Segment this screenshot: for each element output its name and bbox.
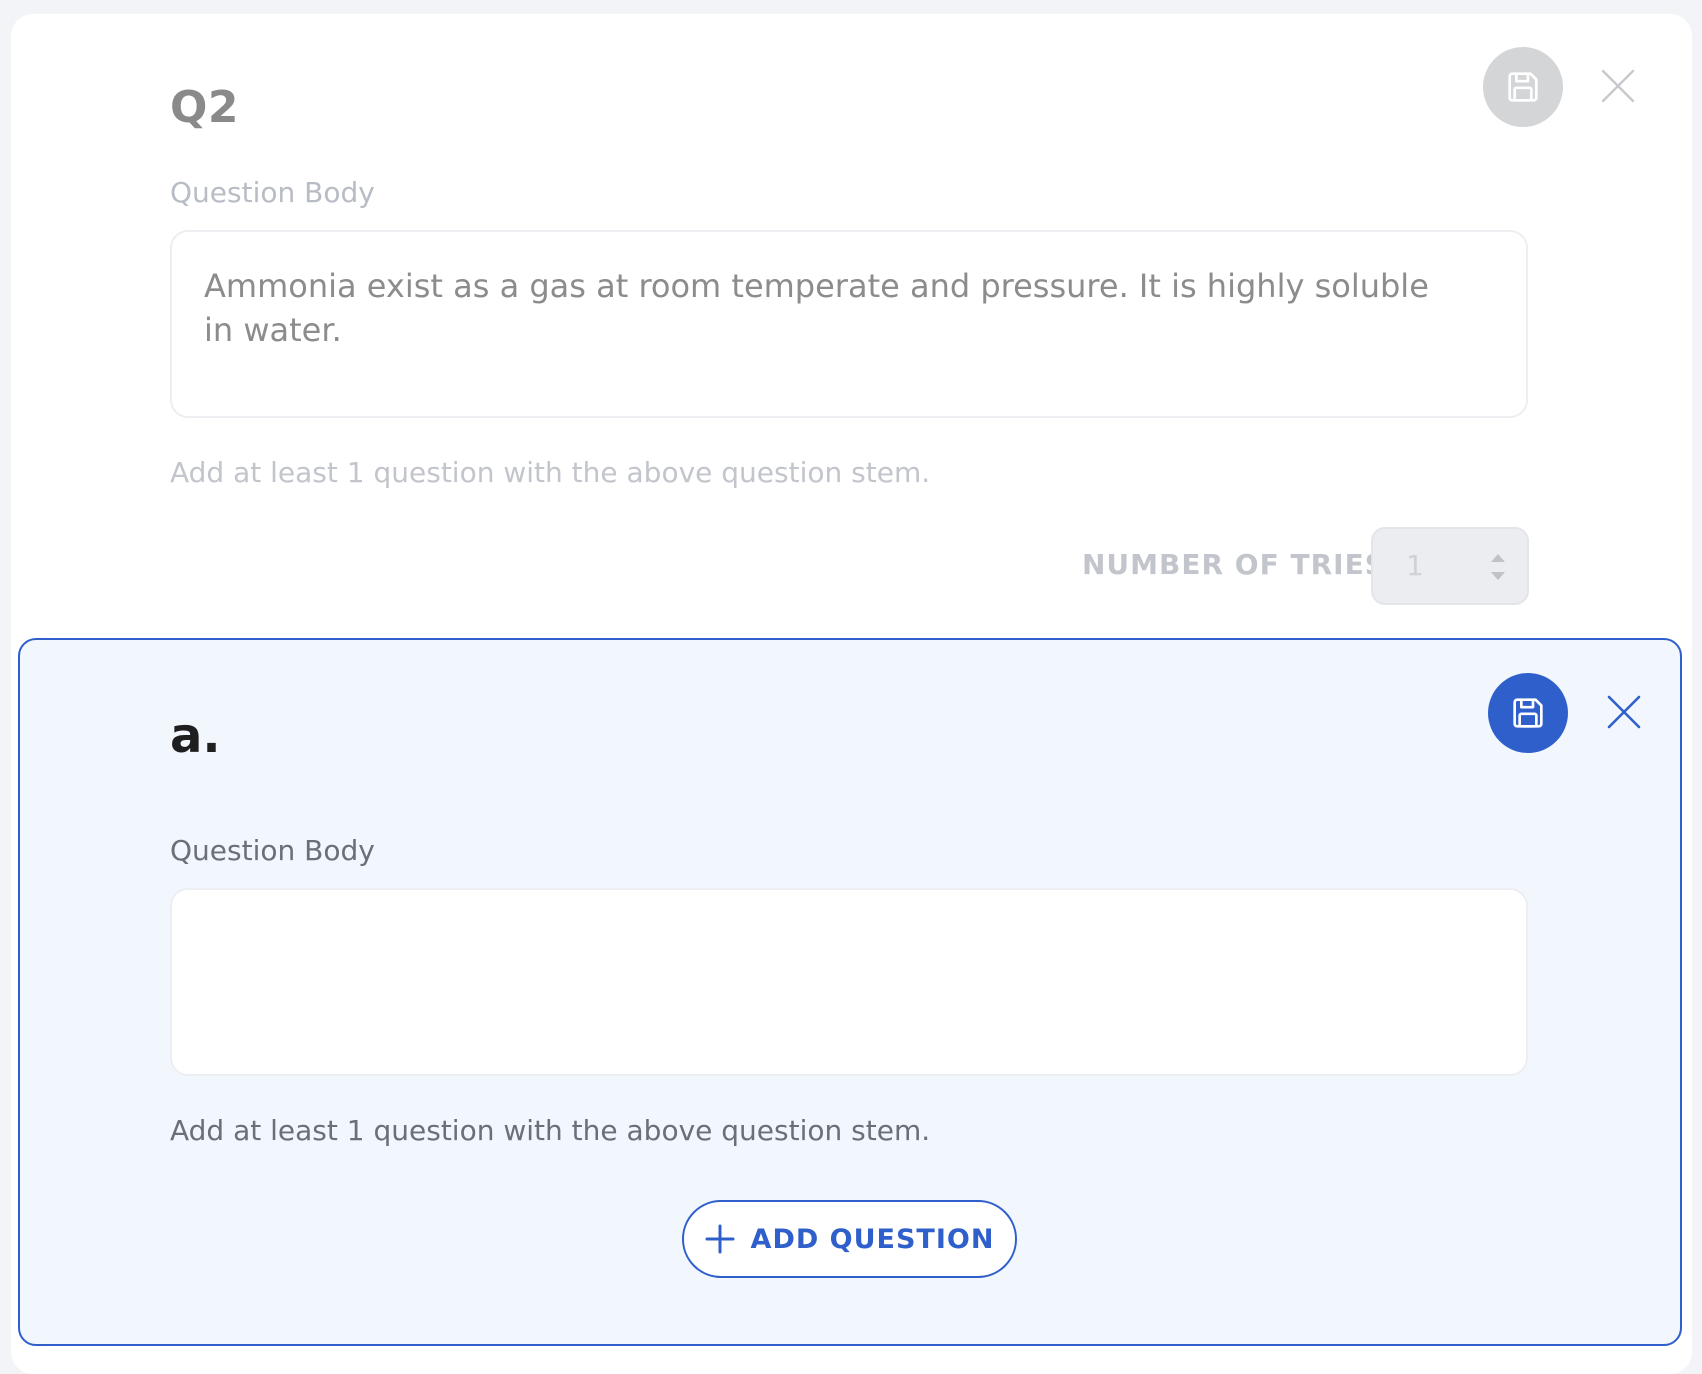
parent-body-field[interactable]: Ammonia exist as a gas at room temperate…: [170, 230, 1528, 418]
tries-label: NUMBER OF TRIES: [1082, 548, 1386, 581]
tries-value: 1: [1406, 549, 1424, 582]
sub-close-button[interactable]: [1602, 690, 1646, 734]
stepper-arrows-icon[interactable]: [1489, 549, 1507, 585]
add-question-label: ADD QUESTION: [750, 1223, 995, 1255]
parent-close-button[interactable]: [1596, 64, 1640, 108]
parent-save-button[interactable]: [1483, 47, 1563, 127]
save-icon: [1513, 698, 1543, 728]
save-icon: [1508, 72, 1538, 102]
add-question-button[interactable]: ADD QUESTION: [682, 1200, 1017, 1278]
sub-hint-text: Add at least 1 question with the above q…: [170, 1114, 931, 1147]
parent-hint-text: Add at least 1 question with the above q…: [170, 456, 931, 489]
sub-body-field[interactable]: [170, 888, 1528, 1076]
sub-save-button[interactable]: [1488, 673, 1568, 753]
close-icon: [1601, 69, 1635, 103]
parent-body-label: Question Body: [170, 176, 375, 209]
plus-icon: [705, 1224, 735, 1254]
sub-question-title: a.: [170, 708, 221, 764]
close-icon: [1607, 695, 1641, 729]
parent-body-text: Ammonia exist as a gas at room temperate…: [204, 267, 1429, 349]
tries-stepper[interactable]: 1: [1371, 527, 1529, 605]
parent-question-title: Q2: [170, 82, 240, 133]
sub-body-label: Question Body: [170, 834, 375, 867]
